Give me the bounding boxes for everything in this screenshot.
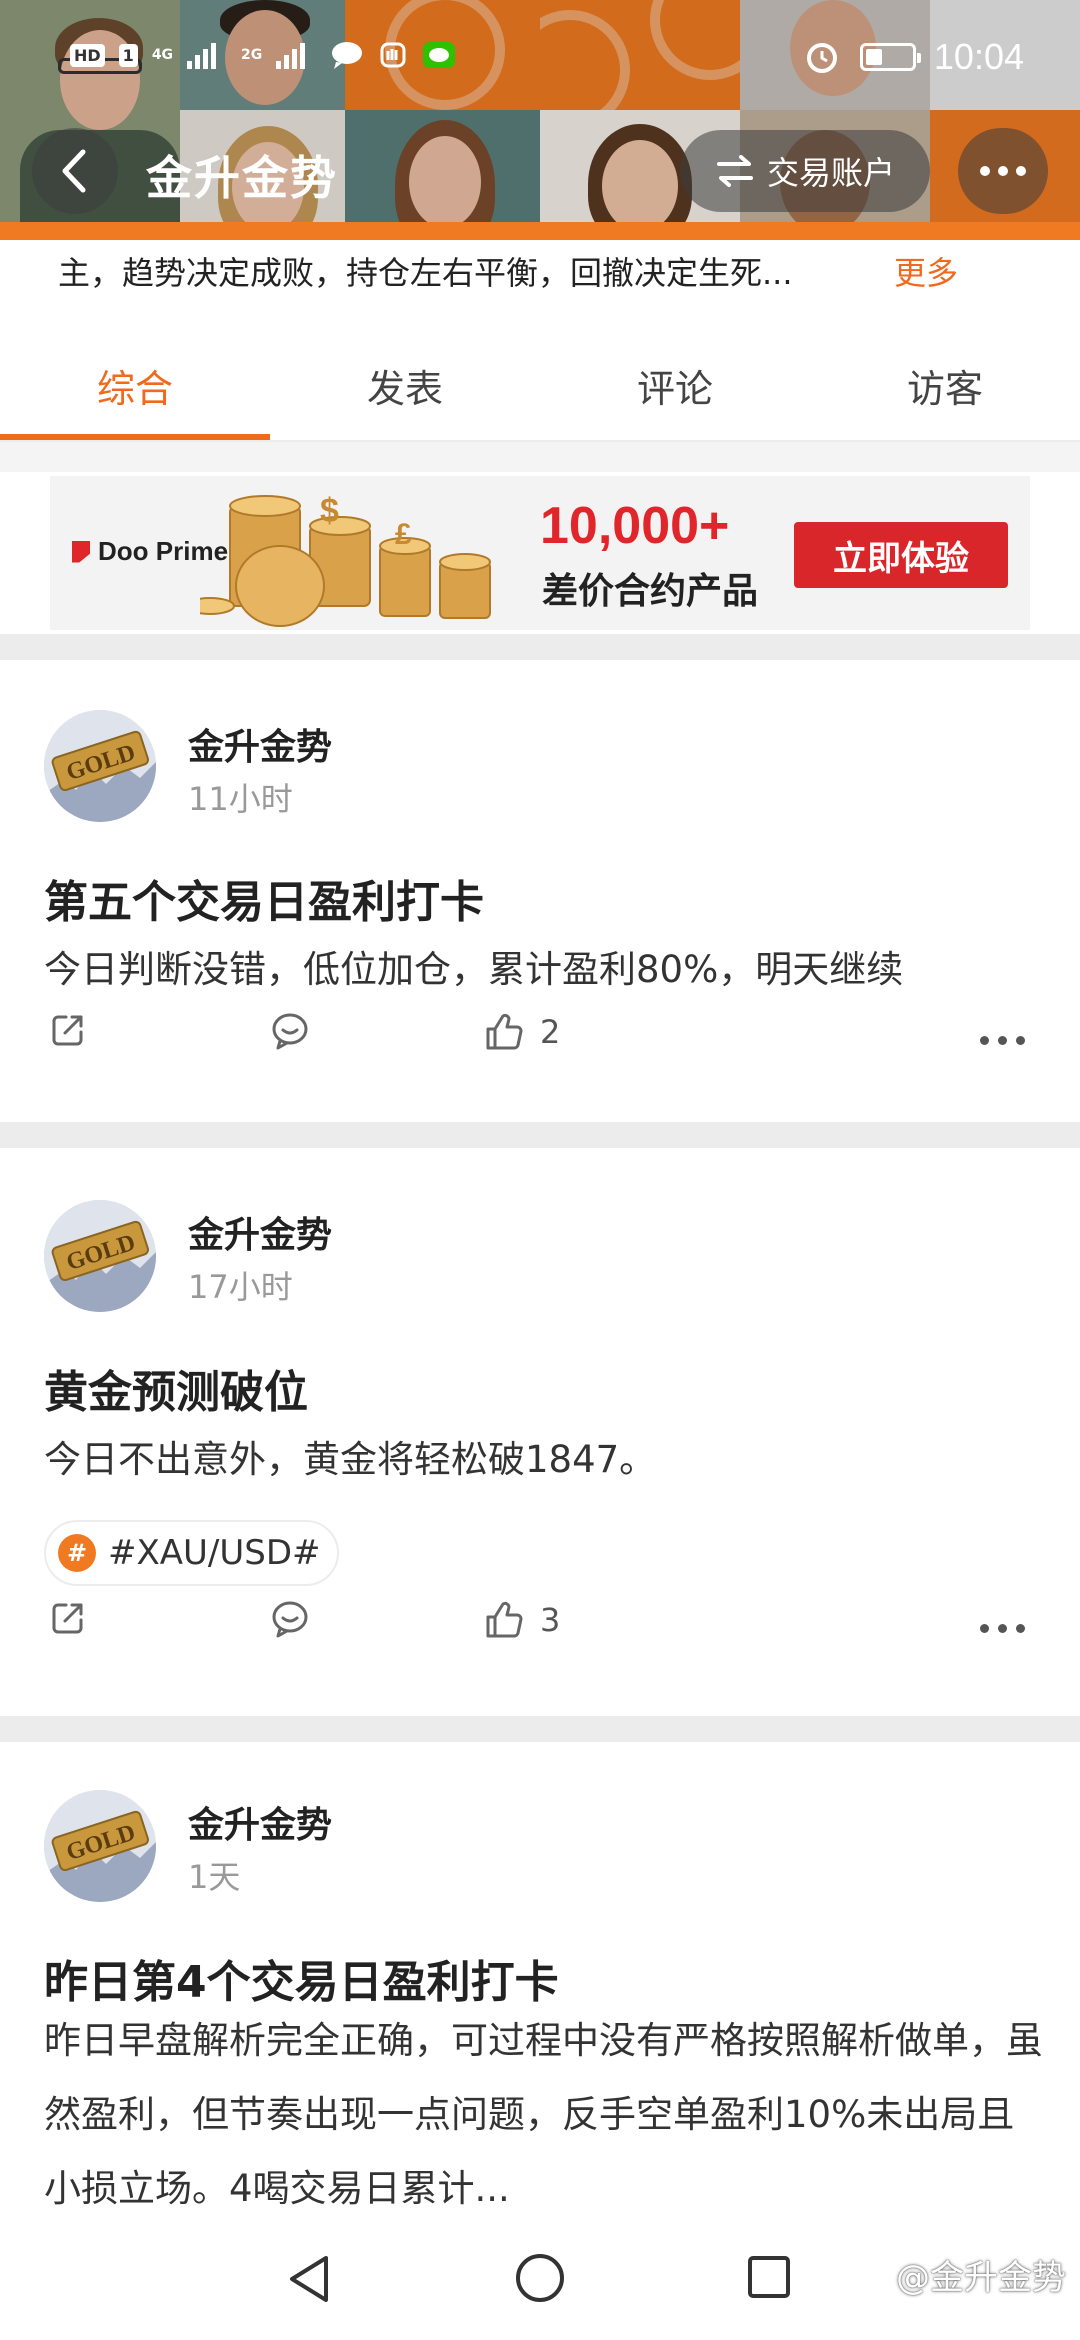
svg-text:£: £ bbox=[395, 518, 412, 551]
divider bbox=[0, 1122, 1080, 1148]
gold-avatar-image: GOLD bbox=[44, 1200, 156, 1312]
nav-home-icon[interactable] bbox=[514, 2252, 566, 2304]
post-body[interactable]: 今日不出意外，黄金将轻松破1847。 bbox=[44, 1432, 1044, 1488]
gold-avatar-image: GOLD bbox=[44, 710, 156, 822]
topic-tag[interactable]: # #XAU/USD# bbox=[44, 1520, 339, 1586]
hd-indicator: HD bbox=[70, 43, 105, 67]
hash-icon: # bbox=[58, 1534, 96, 1572]
post-title[interactable]: 昨日第4个交易日盈利打卡 bbox=[44, 1946, 559, 2010]
tab-visitors[interactable]: 访客 bbox=[810, 340, 1080, 440]
post-author[interactable]: 金升金势 bbox=[188, 718, 332, 770]
comment-icon bbox=[272, 1601, 308, 1638]
like-count: 2 bbox=[540, 1013, 561, 1051]
more-icon bbox=[980, 1624, 1025, 1633]
post-title[interactable]: 黄金预测破位 bbox=[44, 1356, 308, 1420]
ad-cta-button[interactable]: 立即体验 bbox=[794, 522, 1008, 588]
tab-overview[interactable]: 综合 bbox=[0, 340, 270, 440]
brand-logo-icon bbox=[72, 540, 90, 563]
comment-button[interactable] bbox=[270, 1012, 310, 1050]
post-title[interactable]: 第五个交易日盈利打卡 bbox=[44, 866, 484, 930]
avatar[interactable]: GOLD bbox=[44, 710, 156, 822]
avatar[interactable]: GOLD bbox=[44, 1790, 156, 1902]
share-icon bbox=[52, 1603, 83, 1634]
profile-intro: 主，趋势决定成败，持仓左右平衡，回撤决定生死... bbox=[58, 254, 793, 292]
post-card[interactable]: GOLD 金升金势 1天 昨日第4个交易日盈利打卡 昨日早盘解析完全正确，可过程… bbox=[0, 1742, 1080, 2232]
ad-subline: 差价合约产品 bbox=[542, 571, 759, 612]
post-actions: 2 bbox=[0, 1012, 1080, 1082]
comment-icon bbox=[272, 1013, 308, 1050]
swap-icon bbox=[716, 155, 753, 187]
page-title: 金升金势 bbox=[146, 151, 338, 205]
post-time: 17小时 bbox=[188, 1268, 293, 1306]
share-button[interactable] bbox=[50, 1600, 86, 1636]
more-icon bbox=[980, 166, 1026, 176]
post-body[interactable]: 昨日早盘解析完全正确，可过程中没有严格按照解析做单，虽然盈利，但节奏出现一点问题… bbox=[44, 2004, 1044, 2226]
tab-bar: 综合 发表 评论 访客 bbox=[0, 340, 1080, 440]
back-icon bbox=[62, 149, 86, 193]
sim-indicator: 1 bbox=[118, 43, 138, 67]
like-icon bbox=[486, 1013, 523, 1050]
gold-coins-image: $ £ bbox=[200, 492, 491, 627]
share-button[interactable] bbox=[50, 1012, 86, 1048]
post-time: 1天 bbox=[188, 1858, 241, 1896]
post-author[interactable]: 金升金势 bbox=[188, 1796, 332, 1848]
post-card[interactable]: GOLD 金升金势 17小时 黄金预测破位 今日不出意外，黄金将轻松破1847。… bbox=[0, 1148, 1080, 1716]
back-button[interactable] bbox=[32, 128, 118, 214]
ad-headline: 10,000+ bbox=[540, 497, 730, 555]
post-actions: 3 bbox=[0, 1600, 1080, 1670]
message-icon bbox=[332, 42, 363, 69]
alarm-icon bbox=[806, 43, 837, 73]
trading-account-button[interactable]: 交易账户 bbox=[680, 130, 930, 212]
gold-avatar-image: GOLD bbox=[44, 1790, 156, 1902]
svg-text:$: $ bbox=[320, 492, 339, 530]
nav-back-icon[interactable] bbox=[286, 2254, 332, 2304]
post-more-button[interactable] bbox=[980, 1036, 1025, 1045]
post-more-button[interactable] bbox=[980, 1624, 1025, 1633]
profile-header: HD 1 4G 2G 10:04 金升金势 交易账户 bbox=[0, 0, 1080, 240]
post-card[interactable]: GOLD 金升金势 11小时 第五个交易日盈利打卡 今日判断没错，低位加仓，累计… bbox=[0, 660, 1080, 1122]
tab-comments[interactable]: 评论 bbox=[540, 340, 810, 440]
status-time: 10:04 bbox=[933, 36, 1024, 77]
like-icon bbox=[486, 1601, 523, 1638]
topic-tag-label: #XAU/USD# bbox=[108, 1533, 321, 1573]
wechat-icon bbox=[423, 42, 456, 68]
like-count: 3 bbox=[540, 1601, 561, 1639]
divider bbox=[0, 1716, 1080, 1742]
post-author[interactable]: 金升金势 bbox=[188, 1206, 332, 1258]
hand-icon bbox=[380, 42, 406, 68]
post-body[interactable]: 今日判断没错，低位加仓，累计盈利80%，明天继续 bbox=[44, 942, 1044, 998]
divider bbox=[0, 442, 1080, 472]
share-icon bbox=[52, 1015, 83, 1046]
trading-account-label: 交易账户 bbox=[766, 154, 895, 192]
network-label-2: 2G bbox=[241, 47, 263, 63]
battery-icon bbox=[859, 43, 921, 71]
more-options-button[interactable] bbox=[958, 128, 1048, 214]
comment-button[interactable] bbox=[270, 1600, 310, 1638]
more-icon bbox=[980, 1036, 1025, 1045]
nav-recents-icon[interactable] bbox=[746, 2254, 792, 2300]
tab-posts[interactable]: 发表 bbox=[270, 340, 540, 440]
status-bar: HD 1 4G 2G 10:04 bbox=[0, 30, 1080, 90]
like-button[interactable]: 3 bbox=[484, 1600, 560, 1640]
divider bbox=[0, 634, 1080, 660]
watermark: @金升金势 bbox=[896, 2258, 1066, 2298]
signal-icon bbox=[276, 41, 316, 69]
intro-more-link[interactable]: 更多 bbox=[894, 248, 958, 294]
ad-banner[interactable]: Doo Prime $ £ 10,000+ 差价合约产品 立即体验 bbox=[50, 476, 1030, 630]
signal-icon bbox=[187, 41, 227, 69]
post-time: 11小时 bbox=[188, 780, 293, 818]
like-button[interactable]: 2 bbox=[484, 1012, 560, 1052]
network-label: 4G bbox=[151, 47, 174, 63]
avatar[interactable]: GOLD bbox=[44, 1200, 156, 1312]
